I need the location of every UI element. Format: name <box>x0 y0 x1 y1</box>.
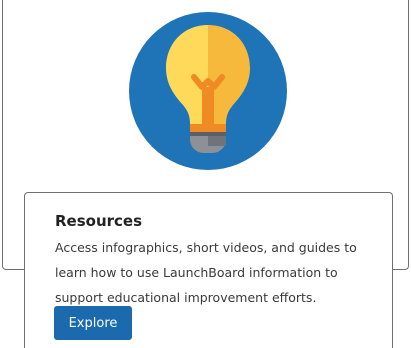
card-title: Resources <box>55 212 143 230</box>
explore-button[interactable]: Explore <box>54 306 132 340</box>
resources-tile: Resources Access infographics, short vid… <box>0 0 411 348</box>
resources-info-card: Resources Access infographics, short vid… <box>24 192 393 348</box>
lightbulb-icon <box>128 11 288 171</box>
card-description: Access infographics, short videos, and g… <box>55 240 357 305</box>
